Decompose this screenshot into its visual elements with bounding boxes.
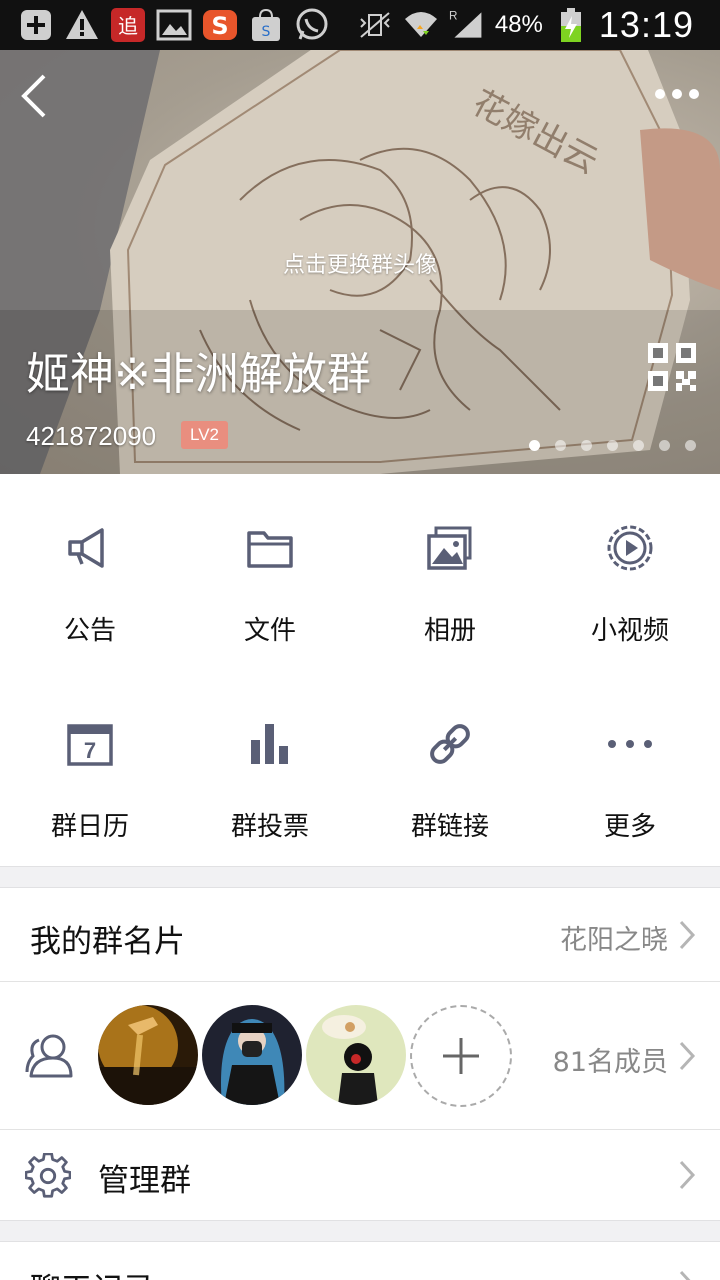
status-bar: 追 S S R 48% 13:19 — [0, 0, 720, 50]
roaming-label: R — [449, 10, 457, 23]
signal-icon: R — [449, 7, 485, 43]
page-dot — [633, 440, 644, 451]
vote-chart-icon — [251, 724, 288, 764]
gear-icon — [25, 1153, 71, 1198]
feature-label: 群日历 — [50, 812, 129, 842]
feature-more[interactable]: 更多 — [540, 670, 720, 866]
vibrate-icon — [357, 7, 393, 43]
group-name: 姬神※非洲解放群 — [26, 349, 371, 400]
link-icon — [430, 724, 470, 764]
feature-announcement[interactable]: 公告 — [0, 474, 180, 670]
svg-text:追: 追 — [118, 14, 138, 38]
feature-short-video[interactable]: 小视频 — [540, 474, 720, 670]
row-title: 我的群名片 — [30, 924, 185, 960]
feature-label: 群链接 — [410, 812, 489, 842]
feature-grid: 公告 文件 相册 小视频 7 群日历 群投票 群链接 更多 — [0, 474, 720, 866]
member-avatar[interactable] — [306, 1005, 406, 1105]
page-dot — [659, 440, 670, 451]
chat-history-row[interactable]: 聊天记录 — [0, 1242, 720, 1280]
feature-files[interactable]: 文件 — [180, 474, 360, 670]
section-gap — [0, 866, 720, 888]
chase-app-icon: 追 — [110, 7, 146, 43]
back-arrow-icon — [21, 74, 46, 118]
member-count: 81名成员 — [552, 1047, 668, 1078]
member-avatar-girl — [306, 1005, 406, 1105]
member-avatar[interactable] — [202, 1005, 302, 1105]
system-area: R 48% 13:19 — [357, 4, 720, 46]
s-app-icon: S — [202, 7, 238, 43]
group-id: 421872090 — [26, 421, 157, 451]
qr-code-button[interactable] — [648, 343, 696, 391]
more-dots-icon — [655, 89, 699, 99]
whatsapp-icon — [294, 7, 330, 43]
page-dot — [607, 440, 618, 451]
qr-code-icon — [648, 343, 696, 391]
battery-charging-icon — [553, 7, 589, 43]
wifi-icon — [403, 7, 439, 43]
feature-group-link[interactable]: 群链接 — [360, 670, 540, 866]
notification-area: 追 S S — [0, 7, 330, 43]
video-icon — [607, 525, 653, 571]
page-dot — [581, 440, 592, 451]
feature-label: 更多 — [603, 812, 656, 842]
my-group-card-row[interactable]: 我的群名片 花阳之晓 — [0, 888, 720, 981]
section-gap — [0, 1220, 720, 1242]
member-avatar-gasmask — [202, 1005, 302, 1105]
feature-label: 相册 — [423, 616, 476, 646]
warning-icon — [64, 7, 100, 43]
row-title: 聊天记录 — [30, 1264, 154, 1280]
group-cover[interactable]: 花嫁出云 点击更换群头像 姬神※非洲解放群 421872090 LV2 — [0, 50, 720, 474]
svg-text:S: S — [262, 24, 271, 40]
members-row[interactable]: 81名成员 — [0, 982, 720, 1129]
change-avatar-hint[interactable]: 点击更换群头像 — [0, 247, 720, 279]
more-dots-icon — [608, 740, 652, 748]
member-avatar-sunset — [98, 1005, 198, 1105]
chevron-right-icon — [679, 1270, 691, 1280]
add-member-button[interactable] — [410, 1005, 512, 1107]
svg-text:7: 7 — [84, 738, 96, 763]
manage-group-row[interactable]: 管理群 — [0, 1130, 720, 1220]
back-button[interactable] — [14, 70, 54, 122]
feature-album[interactable]: 相册 — [360, 474, 540, 670]
chevron-right-icon — [679, 1160, 696, 1190]
plus-icon — [443, 1038, 479, 1074]
add-box-icon — [18, 7, 54, 43]
page-dot — [529, 440, 540, 451]
feature-label: 公告 — [63, 616, 116, 646]
store-bag-icon: S — [248, 7, 284, 43]
album-icon — [427, 526, 472, 570]
feature-vote[interactable]: 群投票 — [180, 670, 360, 866]
level-badge: LV2 — [181, 421, 228, 449]
feature-label: 文件 — [243, 616, 296, 646]
folder-icon — [247, 531, 293, 568]
battery-percentage: 48% — [494, 11, 543, 38]
member-avatar[interactable] — [98, 1005, 198, 1105]
cover-page-indicator — [529, 440, 696, 451]
more-options-button[interactable] — [652, 80, 702, 108]
chevron-right-icon — [679, 920, 696, 950]
row-title: 管理群 — [98, 1163, 191, 1199]
page-dot — [555, 440, 566, 451]
group-card-value: 花阳之晓 — [560, 925, 668, 956]
image-icon — [156, 7, 192, 43]
page-dot — [685, 440, 696, 451]
feature-label: 群投票 — [230, 812, 309, 842]
feature-calendar[interactable]: 7 群日历 — [0, 670, 180, 866]
calendar-icon: 7 — [67, 724, 113, 766]
megaphone-icon — [68, 528, 104, 568]
svg-text:S: S — [211, 12, 228, 40]
members-icon — [25, 1034, 73, 1078]
feature-label: 小视频 — [590, 616, 669, 646]
chevron-right-icon — [679, 1041, 696, 1071]
clock: 13:19 — [598, 4, 694, 45]
